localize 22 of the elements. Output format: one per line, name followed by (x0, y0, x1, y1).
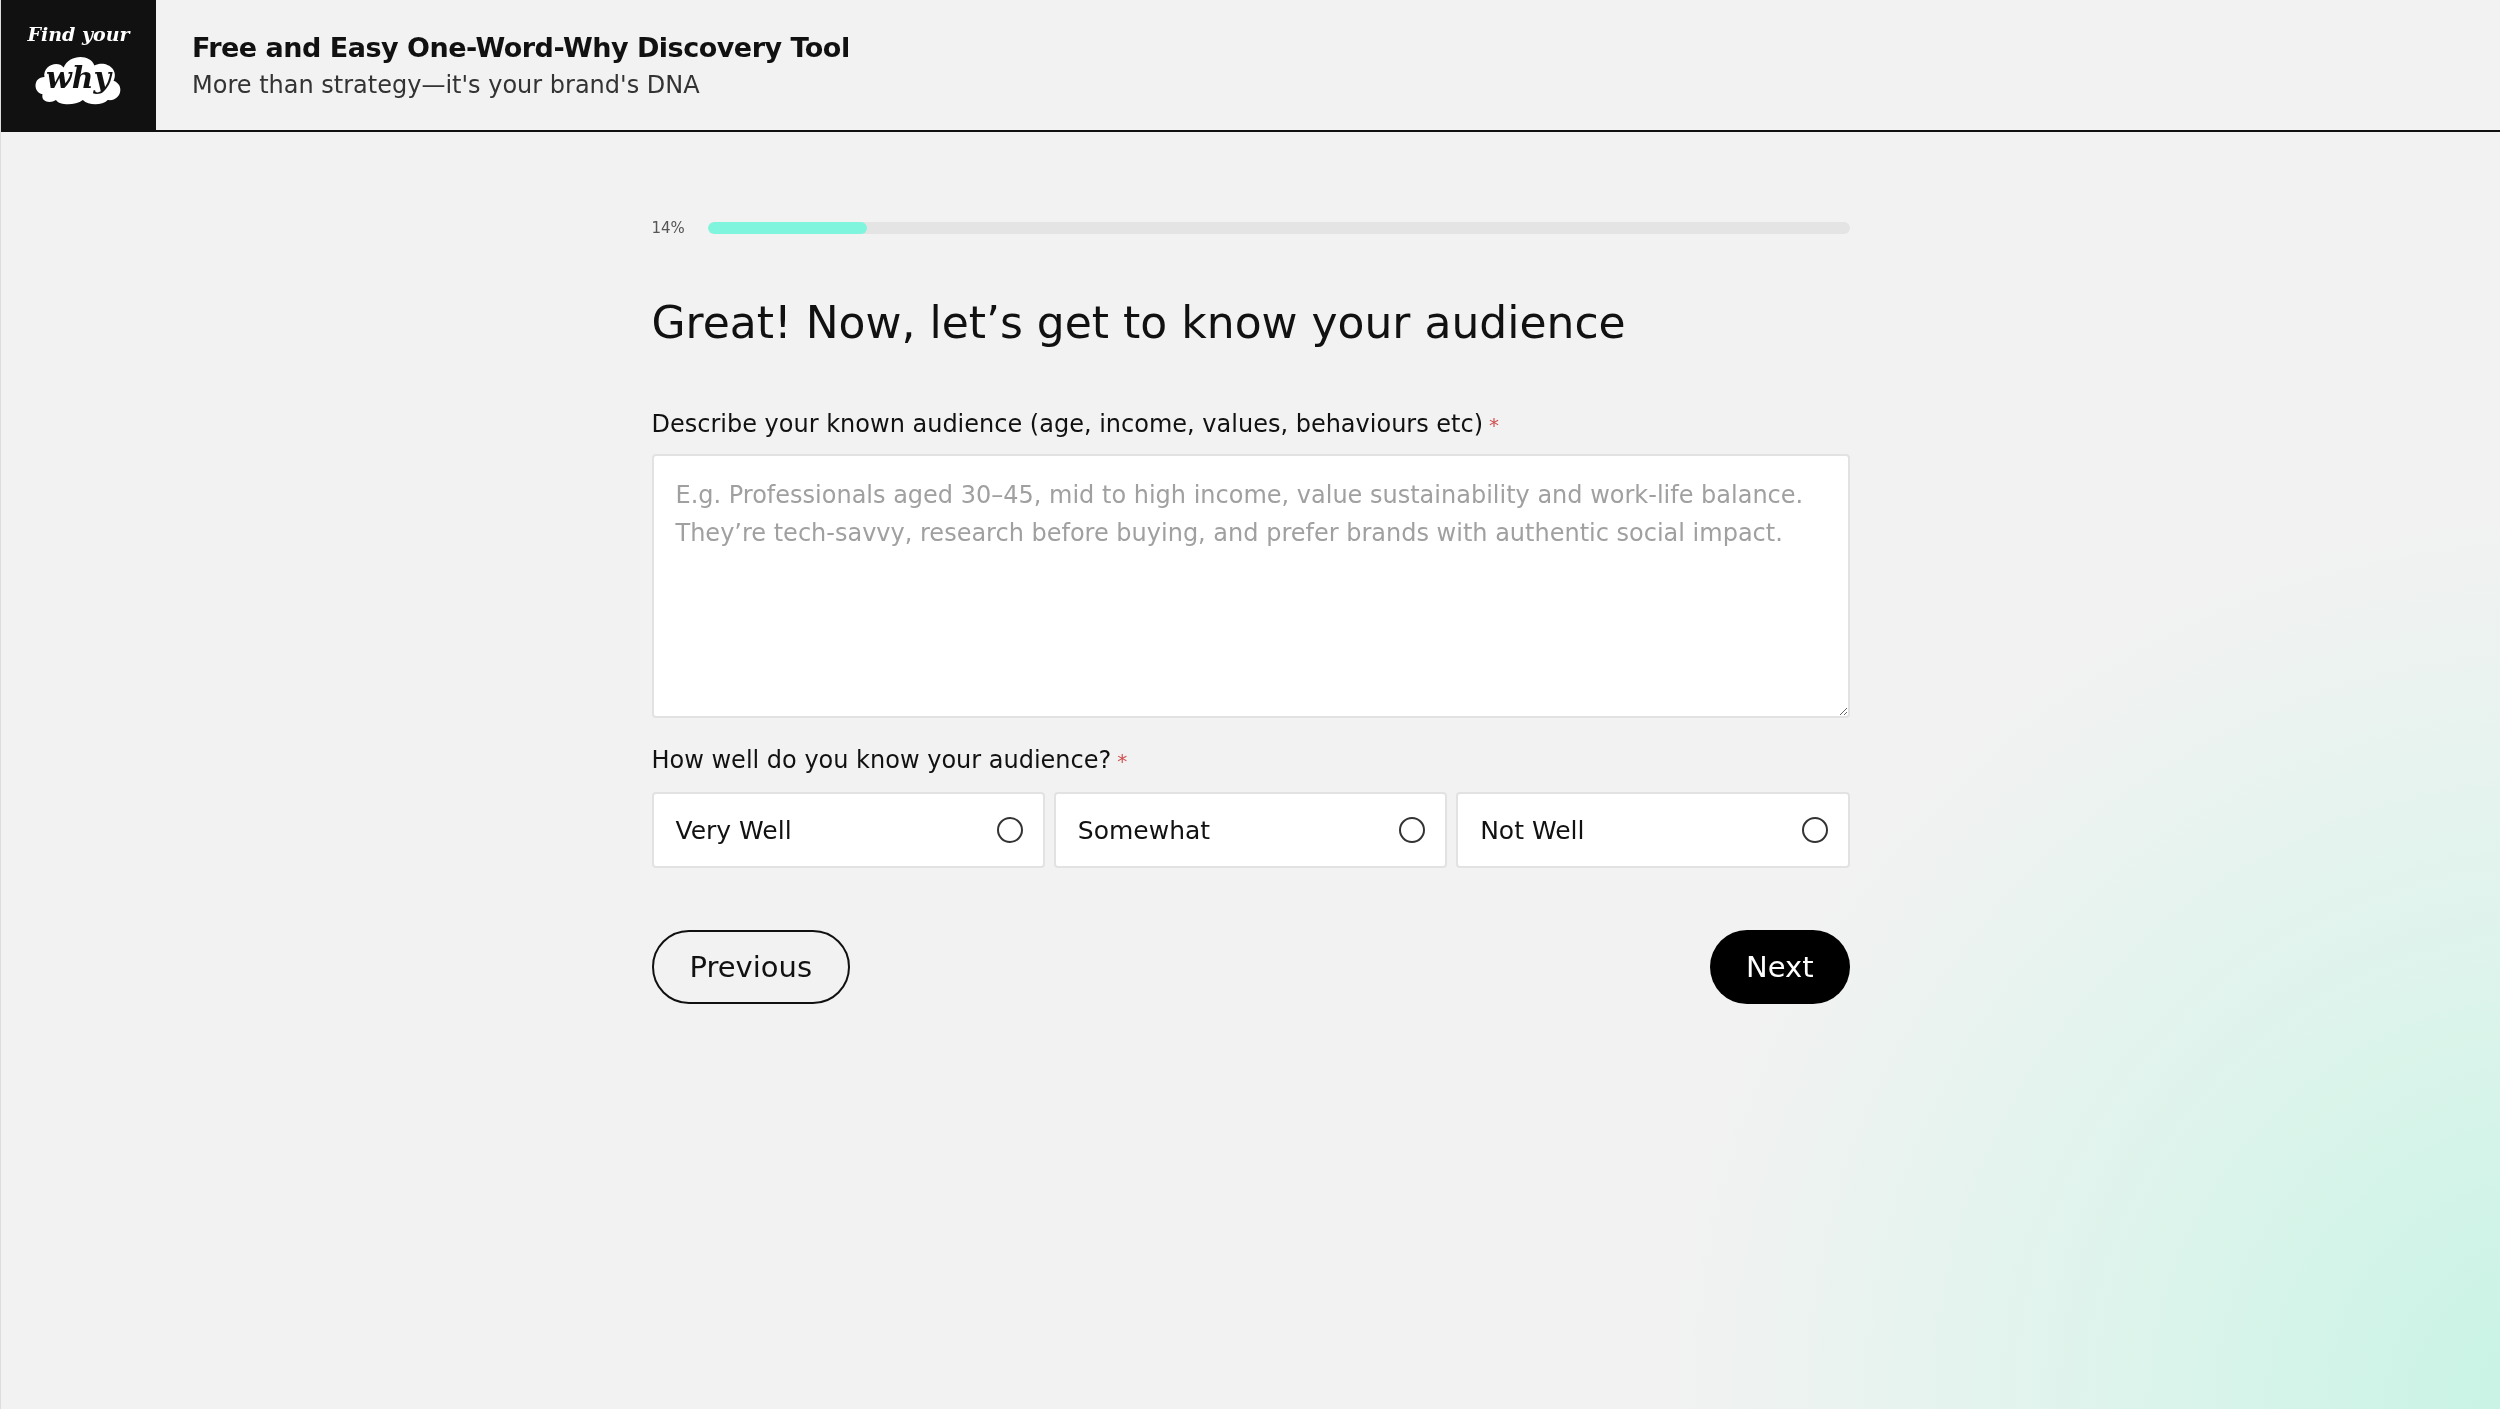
radio-option[interactable]: Not Well (1456, 792, 1850, 868)
option-label: Not Well (1480, 815, 1585, 845)
radio-button[interactable] (996, 817, 1023, 843)
required-mark: * (1489, 413, 1500, 437)
site-title: Free and Easy One-Word-Why Discovery Tool (192, 31, 850, 63)
progress-reading: 14% (651, 219, 686, 237)
radio-option[interactable]: Very Well (651, 792, 1045, 868)
audience-textarea[interactable]: E.g. Professionals aged 30–45, mid to high income, value sustainability and work-life balance. They’re tech-savvy, research before buying, and prefer brands with authentic social impact. (651, 454, 1850, 718)
option-label: Very Well (675, 815, 792, 845)
radio-button[interactable] (1399, 817, 1426, 843)
page-heading: Great! Now, let’s get to know your audience (651, 297, 1627, 348)
logo-text: Find your (27, 23, 130, 45)
next-button[interactable]: Next (1709, 930, 1850, 1004)
question-label: How well do you know your audience? (651, 746, 1112, 774)
required-mark: * (1117, 749, 1128, 773)
radio-option[interactable]: Somewhat (1053, 792, 1448, 868)
radio-button[interactable] (1801, 817, 1828, 843)
option-label: Somewhat (1077, 815, 1211, 845)
previous-button[interactable]: Previous (651, 930, 851, 1004)
logo-text: why (45, 59, 112, 95)
field-label: Describe your known audience (age, income, values, behaviours etc) (651, 410, 1484, 438)
site-subtitle: More than strategy—it's your brand's DNA (192, 70, 701, 99)
